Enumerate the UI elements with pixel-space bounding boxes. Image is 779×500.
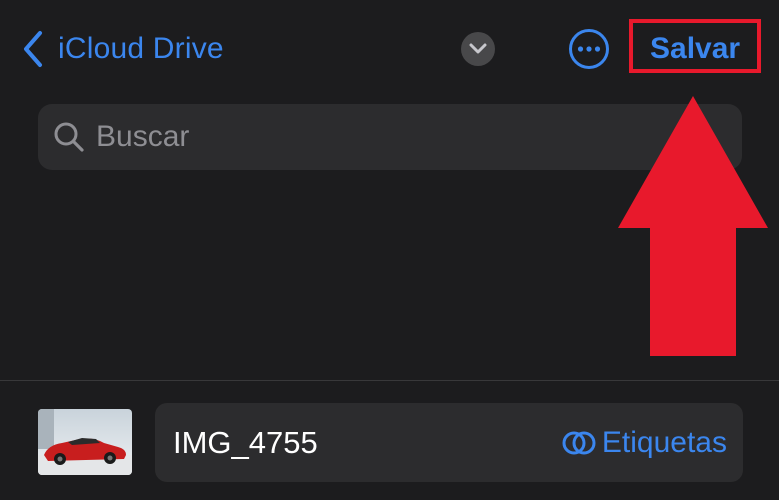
back-button[interactable]: iCloud Drive <box>22 28 224 70</box>
search-input[interactable]: Buscar <box>38 104 742 170</box>
save-to-files-screen: iCloud Drive Salvar Buscar IMG_4755 Etiq… <box>0 0 779 500</box>
tags-button[interactable]: Etiquetas <box>562 403 727 482</box>
tags-label: Etiquetas <box>601 425 727 459</box>
save-button[interactable]: Salvar <box>650 28 740 70</box>
filename-field[interactable]: IMG_4755 Etiquetas <box>155 403 743 482</box>
ellipsis-circle-icon <box>569 29 609 69</box>
divider <box>0 380 779 381</box>
location-menu-button[interactable] <box>461 32 495 66</box>
search-icon <box>54 122 84 152</box>
search-placeholder: Buscar <box>96 120 190 153</box>
back-button-label: iCloud Drive <box>58 32 224 65</box>
file-thumbnail <box>38 409 132 475</box>
filename-value[interactable]: IMG_4755 <box>173 403 318 482</box>
chevron-down-icon <box>469 43 487 54</box>
chevron-left-icon <box>22 29 44 69</box>
more-options-button[interactable] <box>568 28 610 70</box>
tags-icon <box>562 431 596 454</box>
